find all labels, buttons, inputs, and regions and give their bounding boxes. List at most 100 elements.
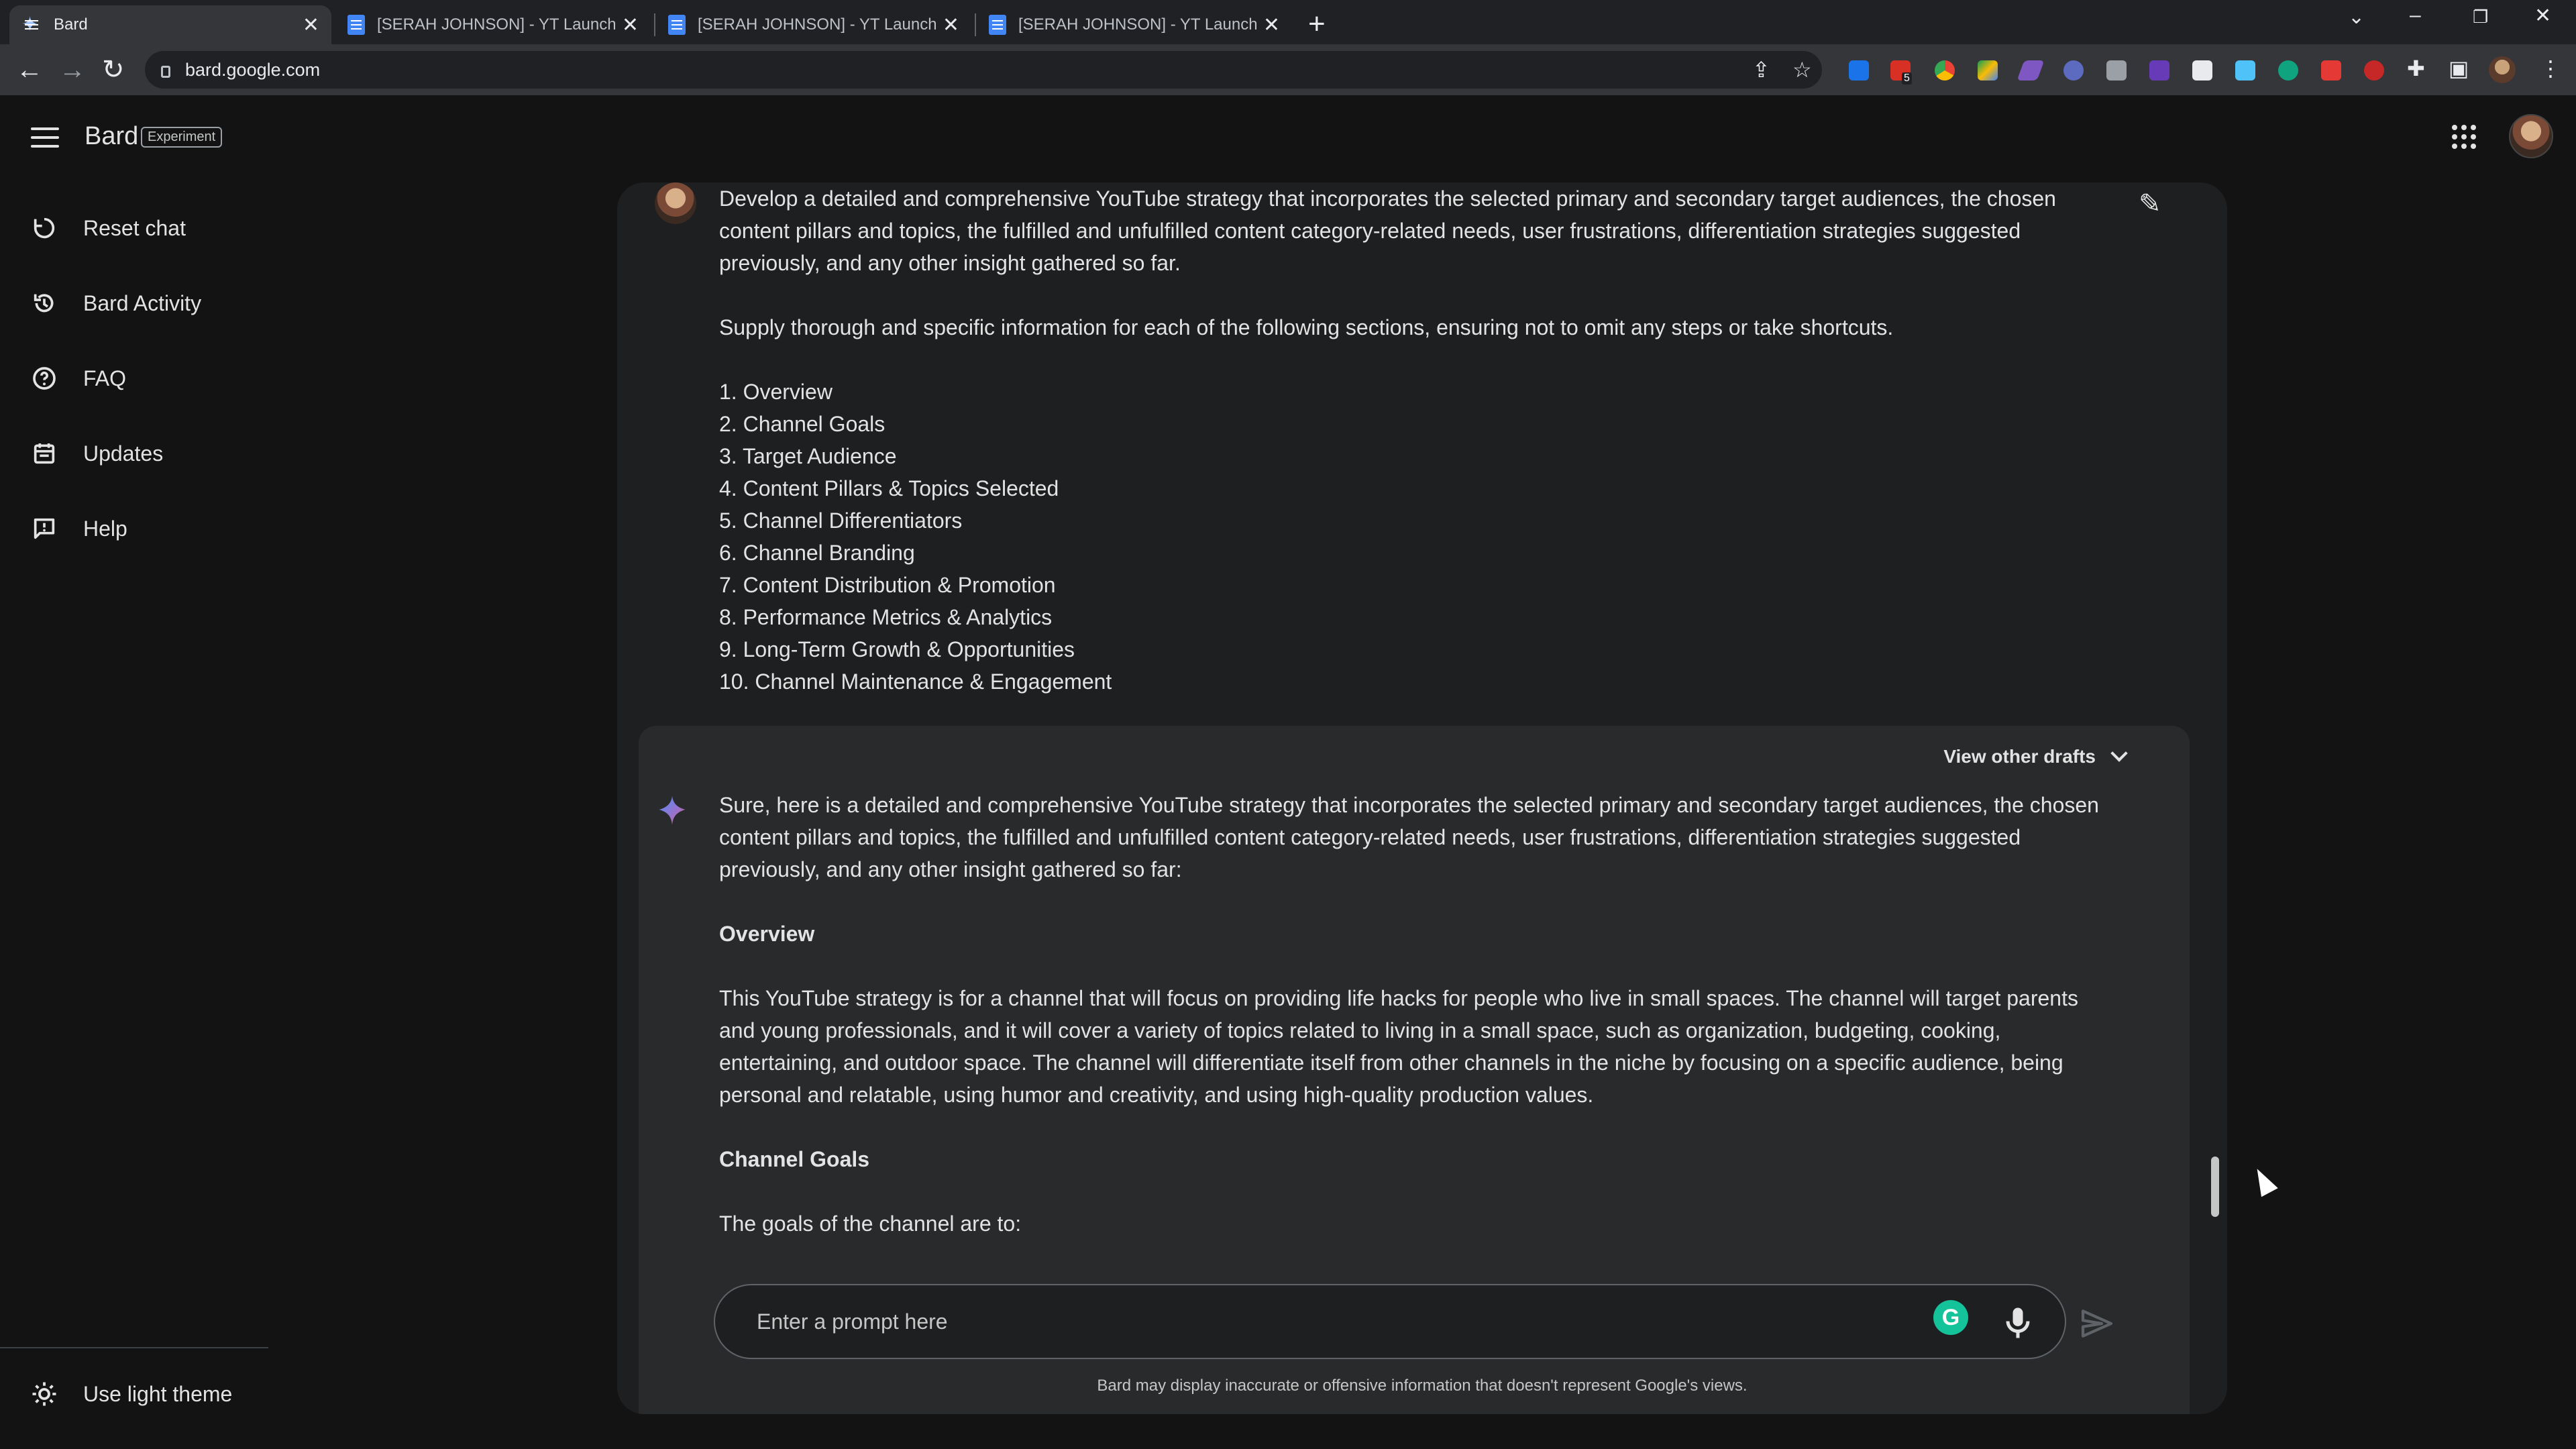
back-arrow-icon[interactable]: ← xyxy=(16,54,43,86)
tab-bard[interactable]: ✦ Bard ✕ xyxy=(9,5,331,44)
new-tab-icon[interactable]: + xyxy=(1308,9,1326,39)
list-item: 10. Channel Maintenance & Engagement xyxy=(719,669,1112,694)
sun-icon xyxy=(30,1379,59,1409)
forward-arrow-icon[interactable]: → xyxy=(59,54,86,86)
app-logo-text: Bard xyxy=(85,122,139,150)
share-icon[interactable]: ⇪ xyxy=(1752,59,1770,80)
camera-icon[interactable] xyxy=(2106,60,2127,80)
tab-label: [SERAH JOHNSON] - YT Launchp xyxy=(377,15,615,34)
tab-strip: ✦ Bard ✕ [SERAH JOHNSON] - YT Launchp ✕ … xyxy=(0,0,2576,44)
microphone-icon[interactable] xyxy=(1998,1303,2038,1343)
calendar-icon xyxy=(30,439,59,468)
overview-paragraph: This YouTube strategy is for a channel t… xyxy=(719,986,2078,1107)
menu-icon[interactable] xyxy=(31,127,59,148)
sidebar-item-label: Reset chat xyxy=(83,215,186,240)
send-icon[interactable] xyxy=(2078,1305,2116,1342)
help-circle-icon xyxy=(30,364,59,393)
bookmark-star-icon[interactable]: ☆ xyxy=(1792,59,1812,80)
f-extension-icon[interactable] xyxy=(2149,60,2169,80)
tab-search-chevron-icon[interactable]: ⌄ xyxy=(2348,5,2365,29)
section-heading-channel-goals: Channel Goals xyxy=(719,1147,870,1171)
sidebar-item-label: Help xyxy=(83,516,127,541)
notion-icon[interactable] xyxy=(2192,60,2212,80)
sidebar-item-bard-activity[interactable]: Bard Activity xyxy=(30,288,201,318)
response-intro: Sure, here is a detailed and comprehensi… xyxy=(719,793,2099,881)
more-vertical-icon[interactable]: ⋮ xyxy=(2540,58,2561,79)
gear-extension-icon[interactable] xyxy=(2063,60,2084,80)
sidebar-item-label: FAQ xyxy=(83,366,127,390)
sidebar-item-label: Updates xyxy=(83,441,164,466)
chatgpt-icon[interactable] xyxy=(2278,60,2298,80)
tab-divider xyxy=(975,13,976,36)
experiment-badge: Experiment xyxy=(141,127,223,148)
tab-yt-launchpad-2[interactable]: [SERAH JOHNSON] - YT Launchp ✕ xyxy=(656,5,971,44)
tab-yt-launchpad-3[interactable]: [SERAH JOHNSON] - YT Launchp ✕ xyxy=(977,5,1292,44)
drafts-label: View other drafts xyxy=(1943,746,2096,767)
lock-icon xyxy=(161,66,170,78)
list-item: 4. Content Pillars & Topics Selected xyxy=(719,476,1059,500)
close-tab-icon[interactable]: ✕ xyxy=(622,13,639,37)
response-text: Sure, here is a detailed and comprehensi… xyxy=(719,789,2101,1240)
tab-label: Bard xyxy=(54,15,88,34)
record-dot-icon[interactable] xyxy=(2364,60,2384,80)
tab-yt-launchpad-1[interactable]: [SERAH JOHNSON] - YT Launchp ✕ xyxy=(335,5,651,44)
tab-label: [SERAH JOHNSON] - YT Launchp xyxy=(1018,15,1256,34)
chrome-extension-icon[interactable] xyxy=(1935,60,1955,80)
sidebar-item-reset-chat[interactable]: Reset chat xyxy=(30,213,186,243)
list-item: 3. Target Audience xyxy=(719,444,897,468)
list-item: 8. Performance Metrics & Analytics xyxy=(719,605,1053,629)
browser-profile-avatar[interactable] xyxy=(2489,56,2516,83)
docs-icon xyxy=(989,15,1006,35)
extension-icon[interactable] xyxy=(1849,60,1869,80)
google-apps-icon[interactable] xyxy=(2452,125,2476,149)
docs-icon xyxy=(347,15,365,35)
prompt-intro: Develop a detailed and comprehensive You… xyxy=(719,186,2056,275)
close-tab-icon[interactable]: ✕ xyxy=(943,13,959,37)
chat-scrollbar[interactable] xyxy=(2211,1157,2219,1217)
tab-divider xyxy=(654,13,655,36)
close-tab-icon[interactable]: ✕ xyxy=(303,13,319,37)
sidebar-item-faq[interactable]: FAQ xyxy=(30,364,126,393)
address-bar[interactable]: bard.google.com xyxy=(145,51,1822,89)
user-prompt: Develop a detailed and comprehensive You… xyxy=(719,182,2081,698)
side-panel-icon[interactable]: ▣ xyxy=(2449,58,2469,79)
bard-sparkle-icon: ✦ xyxy=(21,15,42,35)
minimize-icon[interactable]: – xyxy=(2410,4,2421,27)
user-avatar xyxy=(655,182,696,224)
sidebar-item-help[interactable]: Help xyxy=(30,514,127,543)
reload-icon[interactable]: ↻ xyxy=(102,54,125,86)
history-icon xyxy=(30,288,59,318)
view-other-drafts-button[interactable]: View other drafts xyxy=(1943,745,2128,767)
close-tab-icon[interactable]: ✕ xyxy=(1263,13,1280,37)
feedback-icon xyxy=(30,514,59,543)
prompt-input[interactable] xyxy=(757,1309,1830,1334)
bard-sparkle-icon xyxy=(659,796,686,825)
edit-pencil-icon[interactable]: ✎ xyxy=(2139,191,2161,217)
chat-panel[interactable]: Develop a detailed and comprehensive You… xyxy=(617,182,2227,1414)
sidebar-divider xyxy=(0,1347,268,1348)
grammarly-icon[interactable]: G xyxy=(1933,1300,1968,1335)
puzzle-extensions-icon[interactable]: ✚ xyxy=(2407,58,2425,79)
list-item: 6. Channel Branding xyxy=(719,541,915,565)
reset-icon xyxy=(30,213,59,243)
drive-icon[interactable] xyxy=(1978,60,1998,80)
list-item: 2. Channel Goals xyxy=(719,412,885,436)
list-item: 5. Channel Differentiators xyxy=(719,508,963,533)
restore-icon[interactable]: ❐ xyxy=(2473,7,2488,28)
chevron-down-icon xyxy=(2110,745,2128,762)
bard-app: Bard Experiment Reset chat Bard Activity… xyxy=(0,95,2576,1449)
theme-toggle-button[interactable]: Use light theme xyxy=(30,1379,232,1409)
section-list: 1. Overview 2. Channel Goals 3. Target A… xyxy=(719,376,2081,698)
sidebar-item-updates[interactable]: Updates xyxy=(30,439,163,468)
pen-extension-icon[interactable] xyxy=(2017,60,2045,80)
prompt-bar[interactable]: G xyxy=(714,1284,2066,1359)
sidebar-item-label: Bard Activity xyxy=(83,290,202,315)
screen-extension-icon[interactable] xyxy=(2235,60,2255,80)
list-item: 9. Long-Term Growth & Opportunities xyxy=(719,637,1075,661)
close-window-icon[interactable]: ✕ xyxy=(2534,4,2551,28)
record-extension-icon[interactable] xyxy=(2321,60,2341,80)
account-avatar[interactable] xyxy=(2509,114,2553,158)
extension-badge: 5 xyxy=(1902,72,1912,85)
url-text: bard.google.com xyxy=(185,59,321,80)
prompt-instruction: Supply thorough and specific information… xyxy=(719,315,1894,339)
